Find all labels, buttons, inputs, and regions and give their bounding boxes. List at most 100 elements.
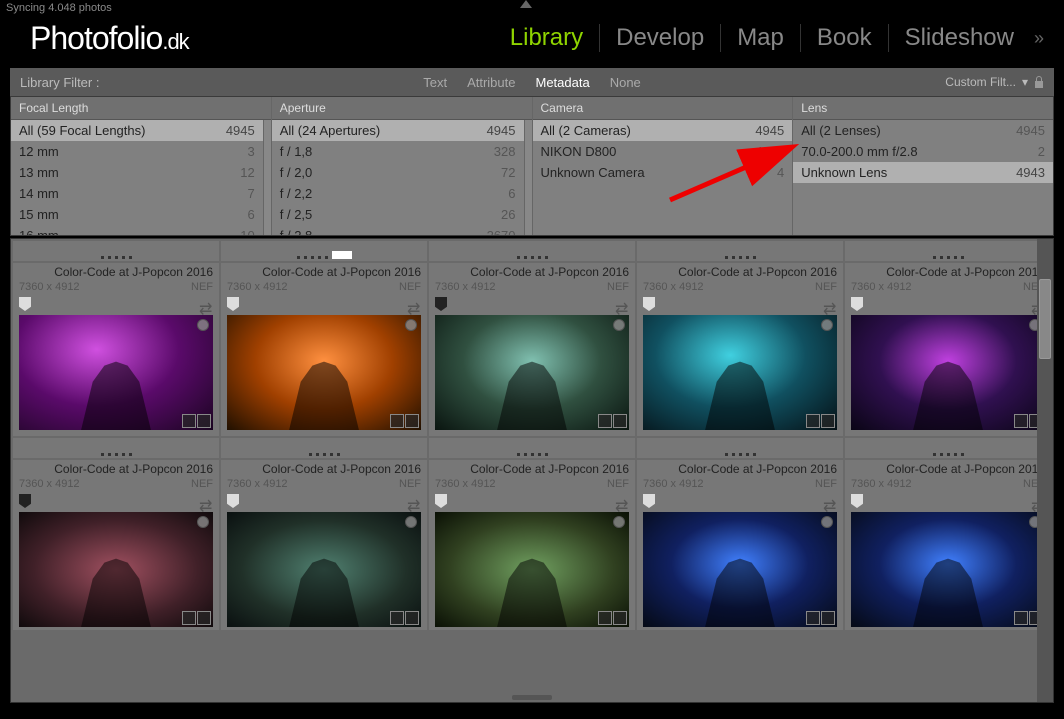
thumbnail-image[interactable] — [19, 512, 213, 627]
quick-collection-icon[interactable] — [613, 516, 625, 528]
thumbnail-image[interactable] — [227, 512, 421, 627]
grid-scrollbar[interactable] — [1037, 239, 1053, 702]
meta-row[interactable]: f / 1,8328 — [272, 141, 524, 162]
flag-icon[interactable] — [643, 494, 655, 508]
meta-column-header[interactable]: Focal Length — [11, 97, 271, 120]
lock-icon[interactable] — [1034, 76, 1044, 88]
quick-collection-icon[interactable] — [821, 516, 833, 528]
flag-icon[interactable] — [851, 297, 863, 311]
sync-icon[interactable]: ⇄ — [199, 496, 213, 506]
sync-icon[interactable]: ⇄ — [407, 496, 421, 506]
meta-row[interactable]: 13 mm12 — [11, 162, 263, 183]
meta-row[interactable]: 12 mm3 — [11, 141, 263, 162]
thumbnail-cell[interactable]: Color-Code at J-Popcon 20167360 x 4912NE… — [221, 460, 427, 630]
badge-icon[interactable] — [821, 611, 835, 625]
meta-column-header[interactable]: Aperture — [272, 97, 532, 120]
meta-row[interactable]: f / 2,526 — [272, 204, 524, 225]
badge-icon[interactable] — [806, 611, 820, 625]
resize-grip[interactable] — [512, 695, 552, 700]
flag-icon[interactable] — [851, 494, 863, 508]
meta-row[interactable]: f / 2,82670 — [272, 225, 524, 235]
thumbnail-image[interactable] — [19, 315, 213, 430]
badge-icon[interactable] — [182, 611, 196, 625]
sync-icon[interactable]: ⇄ — [615, 496, 629, 506]
flag-icon[interactable] — [227, 297, 239, 311]
filter-tab-attribute[interactable]: Attribute — [467, 75, 515, 90]
badge-icon[interactable] — [598, 611, 612, 625]
filter-tab-metadata[interactable]: Metadata — [535, 75, 589, 90]
thumbnail-image[interactable] — [227, 315, 421, 430]
badge-icon[interactable] — [197, 414, 211, 428]
meta-column-header[interactable]: Camera — [533, 97, 793, 120]
thumbnail-cell[interactable]: Color-Code at J-Popcon 20167360 x 4912NE… — [13, 460, 219, 630]
badge-icon[interactable] — [598, 414, 612, 428]
thumbnail-image[interactable] — [435, 315, 629, 430]
thumbnail-cell[interactable]: Color-Code at J-Popcon 20167360 x 4912NE… — [845, 263, 1051, 436]
badge-icon[interactable] — [821, 414, 835, 428]
filter-tab-text[interactable]: Text — [423, 75, 447, 90]
custom-filter-dropdown[interactable]: Custom Filt... ▾ — [945, 75, 1044, 89]
meta-row[interactable]: Unknown Camera4 — [533, 162, 793, 183]
meta-column-header[interactable]: Lens — [793, 97, 1053, 120]
badge-icon[interactable] — [405, 611, 419, 625]
quick-collection-icon[interactable] — [197, 516, 209, 528]
meta-row[interactable]: 15 mm6 — [11, 204, 263, 225]
badge-icon[interactable] — [806, 414, 820, 428]
quick-collection-icon[interactable] — [613, 319, 625, 331]
flag-icon[interactable] — [435, 494, 447, 508]
meta-row[interactable]: Unknown Lens4943 — [793, 162, 1053, 183]
quick-collection-icon[interactable] — [821, 319, 833, 331]
module-overflow-icon[interactable]: » — [1030, 28, 1044, 49]
thumbnail-image[interactable] — [851, 512, 1045, 627]
meta-row[interactable]: All (59 Focal Lengths)4945 — [11, 120, 263, 141]
thumbnail-cell[interactable]: Color-Code at J-Popcon 20167360 x 4912NE… — [13, 263, 219, 436]
badge-icon[interactable] — [1014, 611, 1028, 625]
badge-icon[interactable] — [390, 414, 404, 428]
thumbnail-cell[interactable]: Color-Code at J-Popcon 20167360 x 4912NE… — [845, 460, 1051, 630]
thumbnail-cell[interactable]: Color-Code at J-Popcon 20167360 x 4912NE… — [637, 263, 843, 436]
sync-icon[interactable]: ⇄ — [823, 496, 837, 506]
sync-icon[interactable]: ⇄ — [407, 299, 421, 309]
panel-collapse-arrow-icon[interactable] — [520, 0, 532, 8]
badge-icon[interactable] — [613, 414, 627, 428]
flag-icon[interactable] — [227, 494, 239, 508]
sync-icon[interactable]: ⇄ — [199, 299, 213, 309]
meta-row[interactable]: All (24 Apertures)4945 — [272, 120, 524, 141]
thumbnail-grid[interactable]: Color-Code at J-Popcon 20167360 x 4912NE… — [10, 238, 1054, 703]
badge-icon[interactable] — [390, 611, 404, 625]
sync-icon[interactable]: ⇄ — [615, 299, 629, 309]
module-slideshow[interactable]: Slideshow — [889, 24, 1030, 52]
meta-row[interactable]: 16 mm10 — [11, 225, 263, 235]
badge-icon[interactable] — [613, 611, 627, 625]
meta-row[interactable]: All (2 Lenses)4945 — [793, 120, 1053, 141]
flag-icon[interactable] — [435, 297, 447, 311]
meta-row[interactable]: f / 2,26 — [272, 183, 524, 204]
meta-row[interactable]: All (2 Cameras)4945 — [533, 120, 793, 141]
quick-collection-icon[interactable] — [197, 319, 209, 331]
flag-icon[interactable] — [643, 297, 655, 311]
meta-row[interactable]: 14 mm7 — [11, 183, 263, 204]
sync-icon[interactable]: ⇄ — [823, 299, 837, 309]
badge-icon[interactable] — [405, 414, 419, 428]
meta-row[interactable]: NIKON D8004941 — [533, 141, 793, 162]
scrollbar-thumb[interactable] — [1039, 279, 1051, 359]
flag-icon[interactable] — [19, 494, 31, 508]
thumbnail-image[interactable] — [435, 512, 629, 627]
badge-icon[interactable] — [182, 414, 196, 428]
module-develop[interactable]: Develop — [600, 24, 721, 52]
thumbnail-cell[interactable]: Color-Code at J-Popcon 20167360 x 4912NE… — [637, 460, 843, 630]
quick-collection-icon[interactable] — [405, 516, 417, 528]
meta-row[interactable]: f / 2,072 — [272, 162, 524, 183]
identity-plate[interactable]: Photofolio.dk — [30, 20, 189, 57]
thumbnail-cell[interactable]: Color-Code at J-Popcon 20167360 x 4912NE… — [221, 263, 427, 436]
thumbnail-cell[interactable]: Color-Code at J-Popcon 20167360 x 4912NE… — [429, 460, 635, 630]
badge-icon[interactable] — [1014, 414, 1028, 428]
module-library[interactable]: Library — [494, 24, 600, 52]
thumbnail-image[interactable] — [851, 315, 1045, 430]
thumbnail-cell[interactable]: Color-Code at J-Popcon 20167360 x 4912NE… — [429, 263, 635, 436]
badge-icon[interactable] — [197, 611, 211, 625]
column-scrollbar[interactable] — [263, 120, 271, 235]
thumbnail-image[interactable] — [643, 315, 837, 430]
filter-tab-none[interactable]: None — [610, 75, 641, 90]
module-book[interactable]: Book — [801, 24, 889, 52]
